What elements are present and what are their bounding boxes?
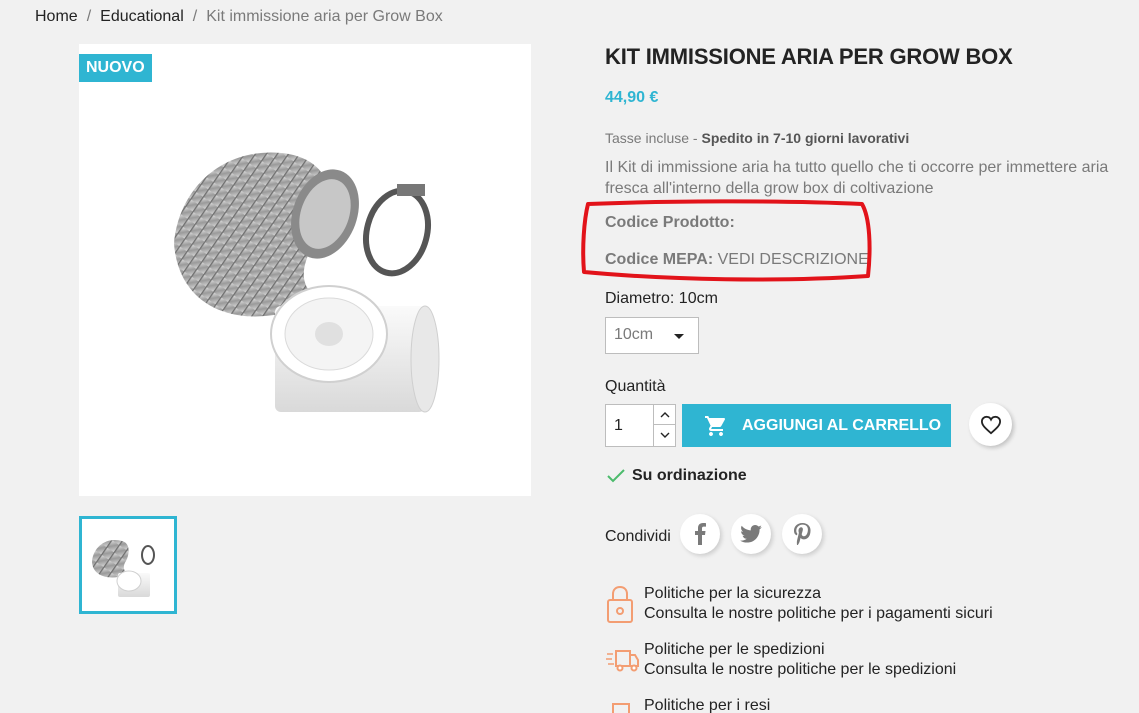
shipping-time: Spedito in 7-10 giorni lavorativi xyxy=(701,130,910,146)
pinterest-icon xyxy=(794,523,811,545)
policy-text: Consulta le nostre politiche per le sped… xyxy=(644,661,957,678)
quantity-increase-button[interactable] xyxy=(654,405,675,425)
breadcrumb-home[interactable]: Home xyxy=(35,8,78,26)
tax-separator: - xyxy=(689,130,702,146)
chevron-up-icon xyxy=(660,412,669,418)
share-pinterest-button[interactable] xyxy=(782,514,822,554)
lock-icon xyxy=(605,584,639,624)
stock-status: Su ordinazione xyxy=(607,467,747,485)
breadcrumb-separator: / xyxy=(86,8,92,25)
stock-label: Su ordinazione xyxy=(632,467,747,484)
product-photo xyxy=(174,152,440,413)
twitter-icon xyxy=(740,525,762,543)
product-main-image[interactable]: Nuovo xyxy=(79,44,531,496)
policy-title: Politiche per le spedizioni xyxy=(644,641,825,658)
policy-text: Consulta le nostre politiche per i pagam… xyxy=(644,605,993,622)
product-description: Il Kit di immissione aria ha tutto quell… xyxy=(605,159,1109,197)
breadcrumb-category[interactable]: Educational xyxy=(100,8,184,26)
delivery-truck-icon xyxy=(605,640,639,680)
policy-security: Politiche per la sicurezza Consulta le n… xyxy=(605,584,993,624)
check-icon xyxy=(607,469,625,483)
share-twitter-button[interactable] xyxy=(731,514,771,554)
add-to-cart-label: Aggiungi al carrello xyxy=(742,416,942,434)
breadcrumb: Home / Educational / Kit immissione aria… xyxy=(35,8,443,26)
policy-title: Politiche per la sicurezza xyxy=(644,585,821,602)
shopping-cart-icon xyxy=(704,414,728,438)
policy-returns: Politiche per i resi xyxy=(605,696,770,713)
diameter-select-value: 10cm xyxy=(614,326,654,343)
tax-info: Tasse incluse - Spedito in 7-10 giorni l… xyxy=(605,130,909,146)
return-box-icon xyxy=(605,696,639,713)
breadcrumb-current: Kit immissione aria per Grow Box xyxy=(206,8,443,25)
add-to-cart-button[interactable]: Aggiungi al carrello xyxy=(682,404,951,447)
thumbnail-photo xyxy=(92,539,155,597)
chevron-down-icon xyxy=(660,432,669,438)
product-price: 44,90 € xyxy=(605,89,659,106)
tax-label: Tasse incluse xyxy=(605,130,690,146)
product-thumbnail[interactable] xyxy=(79,516,177,614)
annotation-highlight xyxy=(581,199,872,282)
quantity-input[interactable] xyxy=(606,405,655,446)
quantity-label: Quantità xyxy=(605,378,666,395)
variant-label: Diametro: 10cm xyxy=(605,290,718,307)
quantity-stepper xyxy=(605,404,676,447)
diameter-select[interactable]: 10cm xyxy=(605,317,699,354)
heart-icon xyxy=(980,415,1001,434)
share-label: Condividi xyxy=(605,528,671,545)
breadcrumb-separator: / xyxy=(192,8,198,25)
policy-title: Politiche per i resi xyxy=(644,697,771,713)
wishlist-button[interactable] xyxy=(969,403,1012,446)
facebook-icon xyxy=(695,523,706,545)
share-facebook-button[interactable] xyxy=(680,514,720,554)
quantity-decrease-button[interactable] xyxy=(654,425,675,445)
policy-shipping: Politiche per le spedizioni Consulta le … xyxy=(605,640,956,680)
caret-down-icon xyxy=(674,334,684,339)
product-title: Kit immissione aria per Grow Box xyxy=(605,44,1013,69)
